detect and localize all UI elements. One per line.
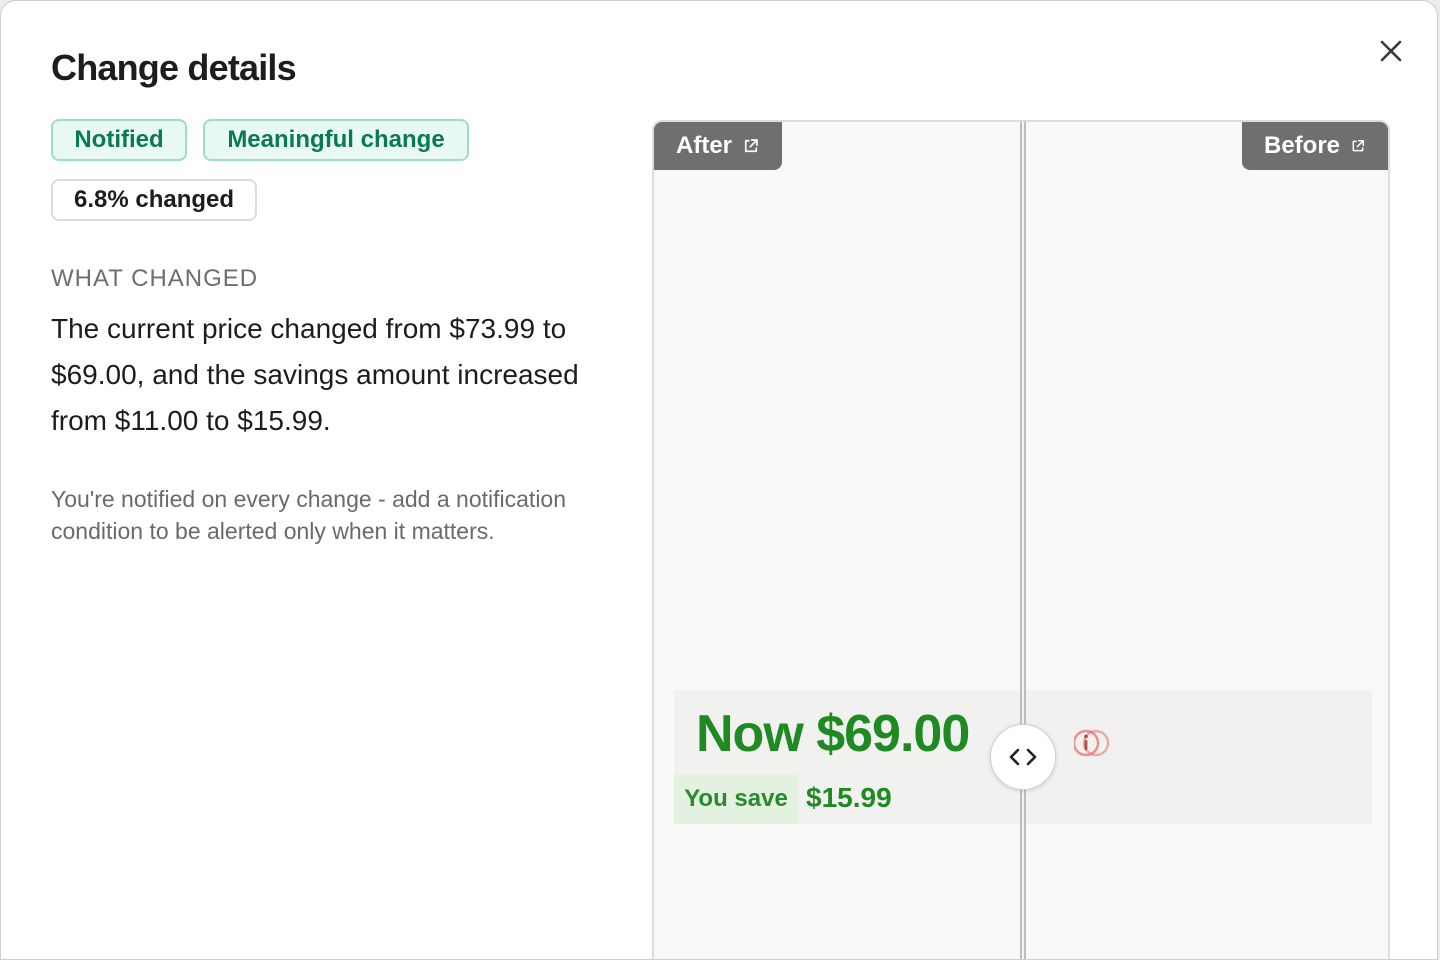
you-save-label: You save	[674, 774, 798, 824]
now-price: Now $69.00	[696, 705, 970, 763]
what-changed-heading: WHAT CHANGED	[51, 265, 259, 292]
change-percent-badge: 6.8% changed	[51, 179, 257, 221]
slider-handle[interactable]	[990, 724, 1056, 790]
dialog-title: Change details	[51, 47, 297, 88]
change-details-dialog: Change details Notified Meaningful chang…	[0, 0, 1438, 960]
comparison-divider[interactable]	[1020, 122, 1026, 959]
external-link-icon	[744, 139, 758, 153]
meaningful-change-badge: Meaningful change	[203, 119, 469, 161]
close-icon	[1380, 40, 1402, 62]
after-tab[interactable]: After	[654, 122, 782, 170]
slider-handle-icon	[1009, 748, 1037, 766]
external-link-icon	[1352, 139, 1365, 152]
close-button[interactable]	[1373, 33, 1409, 69]
before-label: Before	[1264, 132, 1341, 159]
save-amount: $15.99	[806, 782, 892, 813]
info-icon	[1074, 729, 1110, 757]
before-tab[interactable]: Before	[1242, 122, 1388, 170]
comparison-viewer[interactable]: Now $69.00 You save $15.99 After Before	[652, 120, 1390, 959]
notified-badge: Notified	[51, 119, 187, 161]
after-label: After	[676, 132, 733, 159]
change-summary: The current price changed from $73.99 to…	[51, 313, 579, 436]
notification-hint: You're notified on every change - add a …	[51, 486, 567, 544]
